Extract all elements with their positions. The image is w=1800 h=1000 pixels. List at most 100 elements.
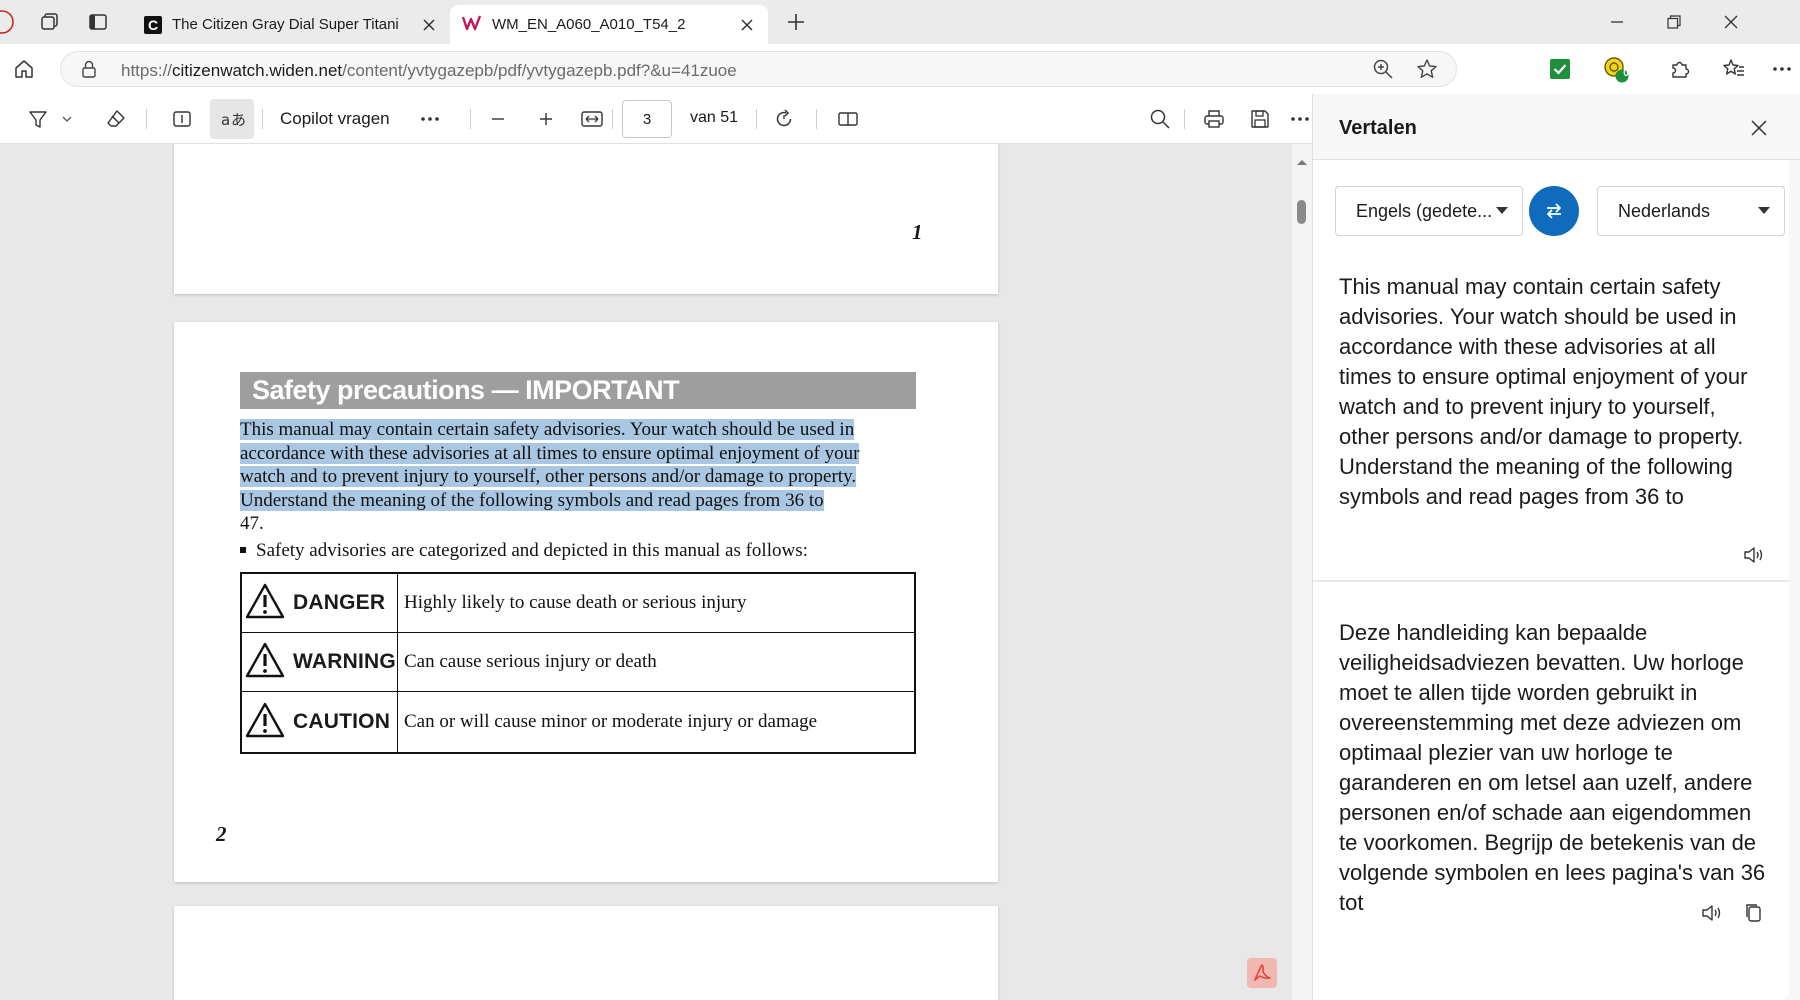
- translate-card: Engels (gedete... Nederlands This manual…: [1313, 160, 1789, 1000]
- toolbar-divider: [756, 109, 757, 129]
- translate-title: Vertalen: [1339, 117, 1417, 139]
- copy-icon[interactable]: [1739, 898, 1769, 928]
- print-icon[interactable]: [1198, 103, 1230, 135]
- advisory-row-caution: CAUTION Can or will cause minor or moder…: [242, 692, 914, 752]
- url-text[interactable]: https://citizenwatch.widen.net/content/y…: [121, 61, 737, 81]
- workspaces-icon[interactable]: [34, 6, 66, 38]
- swap-arrows-icon: [1547, 203, 1561, 219]
- extensions-puzzle-icon[interactable]: [1664, 53, 1696, 85]
- rotate-icon[interactable]: [768, 103, 800, 135]
- pdf-viewer[interactable]: 1 Safety precautions — IMPORTANT This ma…: [0, 144, 1312, 1000]
- pdf-more-icon[interactable]: [1288, 103, 1312, 135]
- page-number-input[interactable]: 3: [622, 100, 672, 138]
- advisory-row-warning: WARNING Can cause serious injury or deat…: [242, 633, 914, 692]
- translate-header: Vertalen: [1313, 94, 1800, 160]
- selected-text-line[interactable]: accordance with these advisories at all …: [240, 442, 860, 464]
- tab-actions-icon[interactable]: [82, 6, 114, 38]
- home-icon[interactable]: [8, 53, 40, 85]
- page-view-icon[interactable]: [832, 103, 864, 135]
- toolbar-divider: [146, 109, 147, 129]
- paragraph-tail: 47.: [240, 513, 264, 534]
- pdf-page-2: Safety precautions — IMPORTANT This manu…: [174, 322, 998, 882]
- advisory-description: Can cause serious injury or death: [404, 651, 657, 672]
- address-bar-row: https://citizenwatch.widen.net/content/y…: [0, 44, 1800, 94]
- chevron-down-icon: [1758, 207, 1770, 214]
- search-icon[interactable]: [1144, 103, 1176, 135]
- pdf-toolbar: aあ Copilot vragen 3 van 51: [0, 94, 1312, 144]
- scrollbar-track[interactable]: [1292, 144, 1312, 1000]
- selected-text-line[interactable]: This manual may contain certain safety a…: [240, 419, 855, 440]
- selected-text-line[interactable]: watch and to prevent injury to yourself,…: [240, 466, 857, 487]
- pdf-logo-icon: [1247, 958, 1277, 988]
- scrollbar-thumb[interactable]: [1297, 200, 1306, 224]
- tab-pdf-document[interactable]: WM_EN_A060_A010_T54_2: [450, 5, 768, 44]
- translated-text[interactable]: Deze handleiding kan bepaalde veiligheid…: [1339, 618, 1769, 918]
- url-prefix: https://: [121, 61, 173, 80]
- extension-badge: 0: [1623, 68, 1629, 79]
- draw-filter-icon[interactable]: [22, 103, 54, 135]
- page-number: 2: [216, 822, 227, 846]
- translate-icon[interactable]: aあ: [210, 99, 254, 139]
- tab-close-icon[interactable]: [738, 16, 756, 34]
- safety-paragraph[interactable]: This manual may contain certain safety a…: [240, 418, 920, 536]
- advisory-description: Can or will cause minor or moderate inju…: [404, 711, 818, 732]
- target-language-select[interactable]: Nederlands: [1597, 186, 1785, 236]
- scroll-up-arrow-icon[interactable]: [1295, 154, 1309, 165]
- translate-pane: Vertalen Engels (gedete... Nederlands Th…: [1312, 94, 1800, 1000]
- toolbar-divider: [262, 109, 263, 129]
- close-pane-icon[interactable]: [1743, 112, 1775, 144]
- checkmark-extension-icon[interactable]: [1544, 53, 1576, 85]
- svg-text:a: a: [221, 111, 230, 129]
- chevron-down-icon: [1496, 207, 1508, 214]
- advisory-table: DANGER Highly likely to cause death or s…: [240, 572, 916, 754]
- swap-languages-button[interactable]: [1529, 186, 1579, 236]
- advisory-level: CAUTION: [293, 710, 391, 733]
- tab-citizen-gray-dial[interactable]: C The Citizen Gray Dial Super Titani: [132, 5, 450, 44]
- svg-text:あ: あ: [231, 111, 245, 129]
- bullet-text: Safety advisories are categorized and de…: [256, 540, 808, 561]
- eraser-icon[interactable]: [100, 103, 132, 135]
- advisory-row-danger: DANGER Highly likely to cause death or s…: [242, 574, 914, 633]
- profile-icon[interactable]: [0, 6, 18, 38]
- toolbar-divider: [470, 109, 471, 129]
- save-icon[interactable]: [1244, 103, 1276, 135]
- new-tab-icon[interactable]: [780, 6, 812, 38]
- more-options-icon[interactable]: [1766, 53, 1798, 85]
- warning-triangle-icon: [245, 642, 285, 683]
- chevron-down-icon[interactable]: [56, 103, 78, 135]
- zoom-in-icon[interactable]: [530, 103, 562, 135]
- lock-icon[interactable]: [73, 53, 105, 85]
- more-tools-icon[interactable]: [414, 103, 446, 135]
- copilot-ask-button[interactable]: Copilot vragen: [280, 109, 390, 129]
- advisory-level: WARNING: [293, 650, 396, 673]
- favorites-list-icon[interactable]: [1718, 53, 1750, 85]
- advisory-level-cell: CAUTION: [242, 692, 398, 752]
- tab-close-icon[interactable]: [420, 16, 438, 34]
- page-number: 1: [912, 220, 923, 244]
- zoom-icon[interactable]: [1367, 53, 1399, 85]
- favorite-star-icon[interactable]: [1411, 53, 1443, 85]
- selected-text-line[interactable]: Understand the meaning of the following …: [240, 489, 824, 511]
- advisory-level-cell: WARNING: [242, 633, 398, 691]
- target-language-value: Nederlands: [1618, 201, 1711, 221]
- fit-width-icon[interactable]: [576, 103, 608, 135]
- address-bar[interactable]: https://citizenwatch.widen.net/content/y…: [60, 51, 1457, 87]
- coupon-extension-icon[interactable]: 0: [1600, 53, 1632, 85]
- pdf-page-3: [174, 906, 998, 1000]
- text-box-icon[interactable]: [166, 103, 198, 135]
- zoom-out-icon[interactable]: [482, 103, 514, 135]
- source-language-select[interactable]: Engels (gedete...: [1335, 186, 1523, 236]
- bullet-square-icon: [240, 546, 246, 553]
- warning-triangle-icon: [245, 583, 285, 624]
- read-aloud-translation-icon[interactable]: [1697, 898, 1727, 928]
- window-restore-icon[interactable]: [1645, 0, 1702, 44]
- tab-strip: C The Citizen Gray Dial Super Titani WM_…: [0, 0, 1800, 44]
- toolbar-divider: [1184, 109, 1185, 129]
- section-title: Safety precautions — IMPORTANT: [240, 372, 916, 409]
- source-text[interactable]: This manual may contain certain safety a…: [1339, 272, 1769, 512]
- pane-divider: [1313, 580, 1789, 582]
- page-total-label: van 51: [690, 109, 739, 126]
- window-minimize-icon[interactable]: [1588, 0, 1645, 44]
- window-close-icon[interactable]: [1702, 0, 1759, 44]
- read-aloud-source-icon[interactable]: [1739, 540, 1769, 570]
